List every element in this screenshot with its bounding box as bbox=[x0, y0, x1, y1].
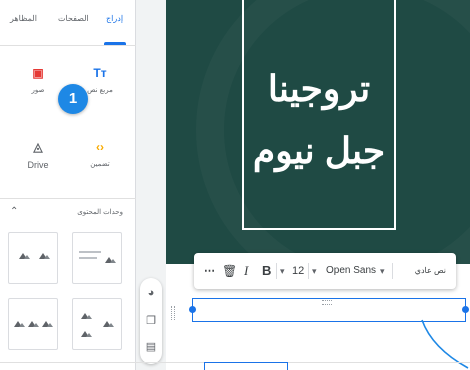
image-placeholder-icon bbox=[37, 249, 53, 261]
image-icon: ▣ bbox=[32, 66, 44, 80]
format-toolbar: ⋯ 🗑 I B ▾ 12 ▾ Open Sans ▾ نص عادي bbox=[194, 253, 456, 289]
tab-insert[interactable]: إدراج bbox=[106, 14, 123, 23]
page-indicator bbox=[204, 362, 288, 370]
duplicate-icon[interactable]: ❐ bbox=[144, 314, 158, 328]
font-size-chevron-down-icon[interactable]: ▾ bbox=[280, 253, 285, 289]
image-placeholder-icon bbox=[79, 309, 95, 321]
insert-images-label: صور bbox=[31, 87, 45, 94]
layout-tile[interactable] bbox=[72, 298, 122, 350]
resize-handle-right[interactable] bbox=[462, 306, 469, 313]
delete-icon[interactable]: ▤ bbox=[144, 340, 158, 354]
layout-tile[interactable] bbox=[72, 232, 122, 284]
hero-title-line1[interactable]: تروجينا bbox=[244, 68, 394, 110]
title-frame: تروجينا جبل نيوم bbox=[242, 0, 396, 230]
insert-embed-label: تضمين bbox=[90, 161, 110, 168]
hero-title-line2[interactable]: جبل نيوم bbox=[244, 130, 394, 172]
image-placeholder-icon bbox=[40, 317, 56, 329]
embed-code-icon: ‹› bbox=[96, 140, 104, 154]
text-line bbox=[79, 257, 97, 259]
toolbar-separator bbox=[276, 263, 277, 279]
image-placeholder-icon bbox=[103, 253, 119, 265]
insert-embed[interactable]: ‹› تضمين bbox=[78, 140, 122, 168]
side-panel: إدراج الصفحات المظاهر Tт مربع نص ▣ صور ‹… bbox=[0, 0, 136, 370]
tab-pages[interactable]: الصفحات bbox=[58, 14, 89, 23]
hero-section[interactable]: تروجينا جبل نيوم bbox=[166, 0, 470, 264]
insert-drive[interactable]: ◬ Drive bbox=[16, 140, 60, 170]
resize-handle-left[interactable] bbox=[189, 306, 196, 313]
text-box-icon: Tт bbox=[93, 66, 107, 80]
font-family-select[interactable]: Open Sans bbox=[326, 253, 376, 289]
layout-tile[interactable] bbox=[8, 298, 58, 350]
italic-button[interactable]: I bbox=[244, 253, 248, 289]
content-blocks-title: وحدات المحتوى bbox=[77, 209, 123, 216]
active-tab-indicator bbox=[104, 42, 126, 45]
text-style-select[interactable]: نص عادي bbox=[415, 253, 446, 289]
sites-editor: تروجينا جبل نيوم إدراج الصفحات المظاهر T… bbox=[0, 0, 470, 370]
insert-images[interactable]: ▣ صور bbox=[16, 66, 60, 94]
drag-handle-icon[interactable] bbox=[171, 306, 175, 320]
font-family-chevron-down-icon[interactable]: ▾ bbox=[312, 253, 317, 289]
layout-tile[interactable] bbox=[8, 232, 58, 284]
text-box-drag-icon[interactable] bbox=[322, 300, 332, 305]
panel-tabs: إدراج الصفحات المظاهر bbox=[0, 0, 136, 46]
section-tools: ◕ ❐ ▤ bbox=[140, 278, 162, 364]
insert-drive-label: Drive bbox=[27, 160, 49, 170]
image-placeholder-icon bbox=[79, 327, 95, 339]
panel-divider bbox=[0, 198, 136, 199]
bold-button[interactable]: B bbox=[262, 253, 271, 289]
drive-icon: ◬ bbox=[33, 140, 43, 154]
collapse-chevron-icon[interactable]: ⌃ bbox=[10, 206, 18, 217]
more-options-icon[interactable]: ⋯ bbox=[204, 253, 215, 289]
trash-icon[interactable]: 🗑 bbox=[222, 253, 237, 289]
palette-icon[interactable]: ◕ bbox=[144, 286, 158, 300]
text-line bbox=[79, 251, 101, 253]
toolbar-separator bbox=[308, 263, 309, 279]
style-chevron-down-icon[interactable]: ▾ bbox=[380, 253, 385, 289]
tab-themes[interactable]: المظاهر bbox=[10, 14, 37, 23]
toolbar-separator bbox=[392, 263, 393, 279]
image-placeholder-icon bbox=[17, 249, 33, 261]
image-placeholder-icon bbox=[101, 317, 117, 329]
step-callout-badge: 1 bbox=[58, 84, 88, 114]
font-size-select[interactable]: 12 bbox=[292, 253, 304, 289]
